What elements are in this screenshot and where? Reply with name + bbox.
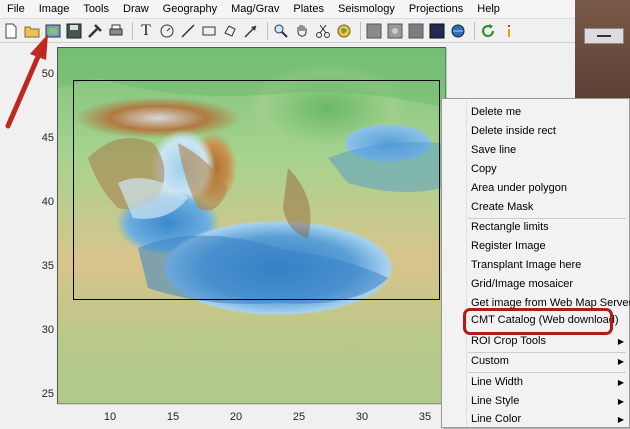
minimize-button[interactable] [584,28,624,44]
menu-bar: File Image Tools Draw Geography Mag/Grav… [0,0,575,19]
globe-icon[interactable] [335,22,353,40]
zoom-icon[interactable] [272,22,290,40]
menu-item-label: Line Color [471,413,522,425]
selection-rectangle[interactable] [73,80,440,300]
tools-icon[interactable] [86,22,104,40]
menu-geography[interactable]: Geography [156,0,224,18]
menu-item-delete-me[interactable]: Delete me [442,103,629,122]
menu-tools[interactable]: Tools [76,0,116,18]
pan-hand-icon[interactable] [293,22,311,40]
rectangle-tool-icon[interactable] [200,22,218,40]
menu-item-delete-inside-rect[interactable]: Delete inside rect [442,122,629,141]
annotation-arrow [5,34,48,129]
save-icon[interactable] [65,22,83,40]
toolbar-separator [267,21,268,40]
toolbar-separator [474,21,475,40]
menu-item-line-style[interactable]: Line Style ▶ [442,392,629,411]
menu-file[interactable]: File [0,0,32,18]
menu-mag-grav[interactable]: Mag/Grav [224,0,286,18]
menu-item-save-line[interactable]: Save line [442,141,629,160]
menu-item-label: ROI Crop Tools [471,335,546,347]
menu-projections[interactable]: Projections [402,0,470,18]
toolbar: T [0,19,575,43]
submenu-arrow-icon: ▶ [617,415,624,424]
menu-item-label: Custom [471,355,509,367]
arrow-tool-icon[interactable] [242,22,260,40]
print-icon[interactable] [107,22,125,40]
y-tick-label: 25 [41,388,54,400]
scissors-icon[interactable] [314,22,332,40]
grid-3-icon[interactable] [407,22,425,40]
refresh-icon[interactable] [479,22,497,40]
sphere-icon[interactable] [449,22,467,40]
submenu-arrow-icon: ▶ [617,357,624,366]
x-tick-label: 20 [229,411,243,423]
x-tick-label: 15 [166,411,180,423]
x-tick-label: 10 [103,411,117,423]
dark-square-icon[interactable] [428,22,446,40]
y-tick-label: 35 [41,260,54,272]
submenu-arrow-icon: ▶ [617,397,624,406]
x-tick-label: 30 [355,411,369,423]
y-tick-label: 40 [41,196,54,208]
menu-item-area-under-polygon[interactable]: Area under polygon [442,179,629,198]
toolbar-separator [132,21,133,40]
grid-2-icon[interactable] [386,22,404,40]
text-tool-icon[interactable]: T [137,22,155,40]
menu-item-label: Line Width [471,376,523,388]
menu-item-custom[interactable]: Custom ▶ [442,352,629,371]
polygon-tool-icon[interactable] [221,22,239,40]
menu-item-create-mask[interactable]: Create Mask [442,198,629,217]
info-icon[interactable] [500,22,518,40]
background-window [575,0,630,100]
menu-help[interactable]: Help [470,0,507,18]
menu-image[interactable]: Image [32,0,77,18]
highlight-box [463,308,613,335]
menu-item-register-image[interactable]: Register Image [442,237,629,256]
x-tick-label: 25 [292,411,306,423]
circle-tool-icon[interactable] [158,22,176,40]
menu-seismology[interactable]: Seismology [331,0,402,18]
menu-item-label: Line Style [471,395,520,407]
grid-icon[interactable] [365,22,383,40]
toolbar-separator [360,21,361,40]
menu-plates[interactable]: Plates [286,0,331,18]
submenu-arrow-icon: ▶ [617,378,624,387]
context-menu: Delete me Delete inside rect Save line C… [441,98,630,428]
menu-item-rectangle-limits[interactable]: Rectangle limits [442,218,629,237]
menu-item-line-color[interactable]: Line Color ▶ [442,410,629,429]
menu-draw[interactable]: Draw [116,0,156,18]
y-tick-label: 30 [41,324,54,336]
menu-item-line-width[interactable]: Line Width ▶ [442,373,629,392]
x-tick-label: 35 [418,411,432,423]
menu-item-transplant-image[interactable]: Transplant Image here [442,256,629,275]
submenu-arrow-icon: ▶ [617,337,624,346]
menu-item-grid-image-mosaicer[interactable]: Grid/Image mosaicer [442,275,629,294]
line-tool-icon[interactable] [179,22,197,40]
menu-item-copy[interactable]: Copy [442,160,629,179]
